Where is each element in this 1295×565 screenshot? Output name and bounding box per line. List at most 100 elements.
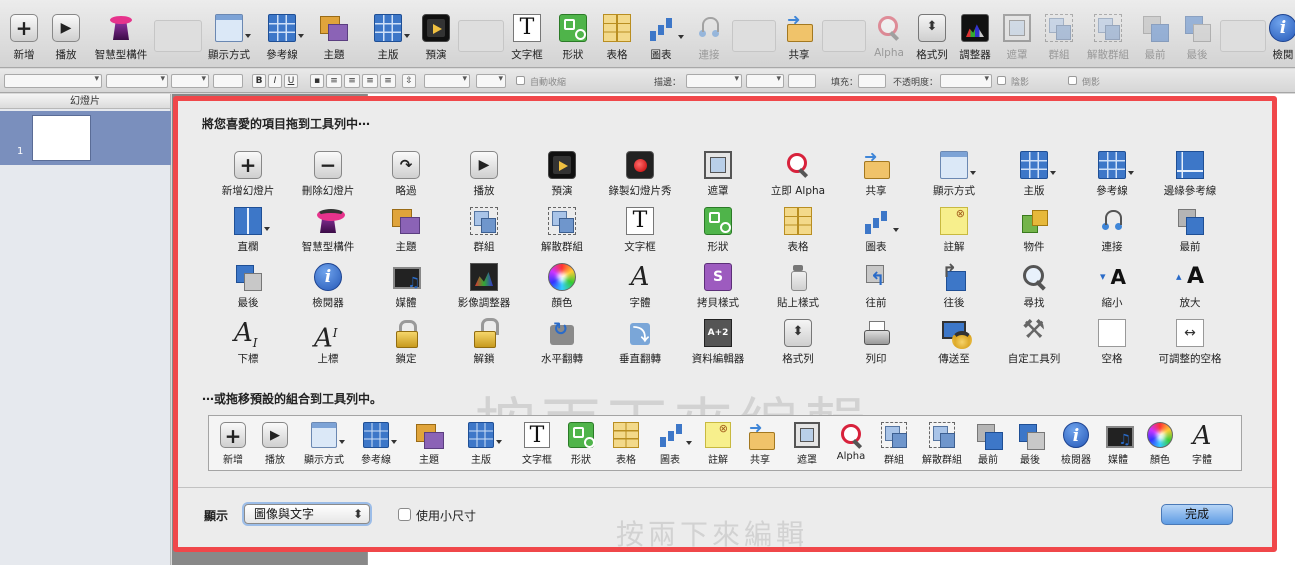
item-paste-style[interactable]: 貼上樣式	[758, 263, 838, 317]
item-fonts[interactable]: A 字體	[600, 263, 680, 317]
toolbar-ungroup-button[interactable]: 解散群組	[1084, 14, 1132, 64]
toolbar-guides-button[interactable]: 參考線	[262, 14, 304, 64]
item-share[interactable]: 共享	[836, 147, 916, 205]
item-ungroup[interactable]: 解散群組	[522, 207, 602, 261]
slide-thumbnail-row[interactable]: 1	[0, 111, 171, 165]
item-colors[interactable]: 顏色	[522, 263, 602, 317]
autofit-checkbox[interactable]	[516, 76, 525, 85]
item-flexible-space[interactable]: 可調整的空格	[1150, 319, 1230, 373]
item-customize-toolbar[interactable]: 自定工具列	[994, 315, 1074, 373]
item-flip-horizontal[interactable]: 水平翻轉	[522, 319, 602, 373]
item-guides[interactable]: 參考線	[1072, 151, 1152, 205]
item-record[interactable]: 錄製幻燈片秀	[600, 151, 680, 205]
use-small-size-checkbox[interactable]	[398, 508, 411, 521]
toolbar-alpha-button[interactable]: Alpha	[872, 14, 906, 64]
show-mode-select[interactable]: 圖像與文字	[244, 504, 370, 524]
item-flip-vertical[interactable]: 垂直翻轉	[600, 319, 680, 373]
item-view[interactable]: 顯示方式	[914, 151, 994, 205]
item-bigger[interactable]: A 放大	[1150, 263, 1230, 317]
item-unlock[interactable]: 解鎖	[444, 318, 524, 373]
item-back[interactable]: 最後	[208, 263, 288, 317]
color-button[interactable]: ▪	[310, 74, 324, 88]
done-button[interactable]: 完成	[1161, 504, 1233, 525]
item-new-slide[interactable]: + 新增幻燈片	[208, 151, 288, 205]
item-image-adjust[interactable]: 影像調整器	[444, 263, 524, 317]
item-themes[interactable]: 主題	[366, 207, 446, 261]
item-front[interactable]: 最前	[1150, 207, 1230, 261]
item-find[interactable]: 尋找	[994, 263, 1074, 317]
item-connection[interactable]: 連接	[1072, 207, 1152, 261]
shadow-checkbox[interactable]	[997, 76, 1006, 85]
toolbar-inspector-button[interactable]: i 檢閱	[1268, 14, 1295, 64]
style-select[interactable]	[4, 74, 102, 88]
toolbar-front-button[interactable]: 最前	[1140, 14, 1170, 64]
default-toolbar-set[interactable]: +新增 ▶播放 顯示方式 參考線 主題 主版 T文字框 形狀 表格 圖表 註解 …	[208, 415, 1242, 471]
item-subscript[interactable]: AI 下標	[208, 319, 288, 373]
font-size-field[interactable]	[213, 74, 243, 88]
font-family-select[interactable]	[106, 74, 168, 88]
toolbar-mask-button[interactable]: 遮罩	[1002, 14, 1032, 64]
item-media[interactable]: 媒體	[366, 263, 446, 317]
align-left-button[interactable]: ≡	[326, 74, 342, 88]
toolbar-themes-button[interactable]: 主題	[314, 14, 354, 64]
font-typeface-select[interactable]	[171, 74, 209, 88]
toolbar-format-bar-button[interactable]: 格式列	[914, 14, 950, 64]
align-right-button[interactable]: ≡	[362, 74, 378, 88]
italic-button[interactable]: I	[268, 74, 282, 88]
toolbar-chart-button[interactable]: 圖表	[646, 14, 684, 64]
item-instant-alpha[interactable]: 立即 Alpha	[758, 151, 838, 205]
item-delete-slide[interactable]: − 刪除幻燈片	[288, 151, 368, 205]
toolbar-rehearse-button[interactable]: 預演	[420, 14, 452, 64]
toolbar-back-button[interactable]: 最後	[1182, 14, 1212, 64]
item-shapes[interactable]: 形狀	[678, 207, 758, 261]
item-masters[interactable]: 主版	[994, 151, 1074, 205]
toolbar-view-button[interactable]: 顯示方式	[206, 14, 252, 64]
item-format-bar[interactable]: 格式列	[758, 319, 838, 373]
stroke-color-well[interactable]	[788, 74, 816, 88]
valign-button[interactable]: ⇳	[402, 74, 416, 88]
item-inspector[interactable]: i 檢閱器	[288, 263, 368, 317]
item-text-box[interactable]: T 文字框	[600, 207, 680, 261]
toolbar-table-button[interactable]: 表格	[602, 14, 632, 64]
toolbar-play-button[interactable]: ▶ 播放	[50, 14, 82, 64]
item-chart[interactable]: 圖表	[836, 207, 916, 261]
align-center-button[interactable]: ≡	[344, 74, 360, 88]
item-skip[interactable]: ↷ 略過	[366, 151, 446, 205]
columns-select[interactable]	[476, 74, 506, 88]
item-lock[interactable]: 鎖定	[366, 319, 446, 373]
item-forward[interactable]: 往前	[836, 263, 916, 317]
item-mask[interactable]: 遮罩	[678, 151, 758, 205]
stroke-width-select[interactable]	[746, 74, 784, 88]
item-backward[interactable]: 往後	[914, 261, 994, 317]
item-smart-builds[interactable]: 智慧型構件	[288, 207, 368, 261]
slide-thumbnail[interactable]	[32, 115, 91, 161]
toolbar-share-button[interactable]: 共享	[782, 10, 816, 64]
item-edge-guides[interactable]: 邊緣參考線	[1150, 151, 1230, 205]
item-columns[interactable]: 直欄	[208, 207, 288, 261]
fill-color-well[interactable]	[858, 74, 886, 88]
underline-button[interactable]: U	[284, 74, 298, 88]
toolbar-new-button[interactable]: + 新增	[8, 14, 40, 64]
reflection-checkbox[interactable]	[1068, 76, 1077, 85]
toolbar-smart-builds-button[interactable]: 智慧型構件	[92, 14, 150, 64]
bold-button[interactable]: B	[252, 74, 266, 88]
item-smaller[interactable]: A 縮小	[1072, 263, 1152, 317]
item-objects[interactable]: 物件	[994, 207, 1074, 261]
opacity-select[interactable]	[940, 74, 992, 88]
item-group[interactable]: 群組	[444, 207, 524, 261]
toolbar-group-button[interactable]: 群組	[1044, 14, 1074, 64]
item-superscript[interactable]: AI 上標	[288, 319, 368, 373]
item-comment[interactable]: 註解	[914, 207, 994, 261]
item-print[interactable]: 列印	[836, 319, 916, 373]
toolbar-adjust-button[interactable]: 調整器	[956, 14, 994, 64]
item-rehearse[interactable]: 預演	[522, 151, 602, 205]
toolbar-connection-button[interactable]: 連接	[694, 14, 724, 64]
item-copy-style[interactable]: S 拷貝樣式	[678, 263, 758, 317]
item-space[interactable]: 空格	[1072, 319, 1152, 373]
item-send-to[interactable]: 傳送至	[914, 319, 994, 373]
item-play[interactable]: ▶ 播放	[444, 151, 524, 205]
toolbar-textbox-button[interactable]: T 文字框	[510, 14, 544, 64]
toolbar-shapes-button[interactable]: 形狀	[556, 14, 590, 64]
item-data-editor[interactable]: A+2 資料編輯器	[678, 319, 758, 373]
justify-button[interactable]: ≡	[380, 74, 396, 88]
